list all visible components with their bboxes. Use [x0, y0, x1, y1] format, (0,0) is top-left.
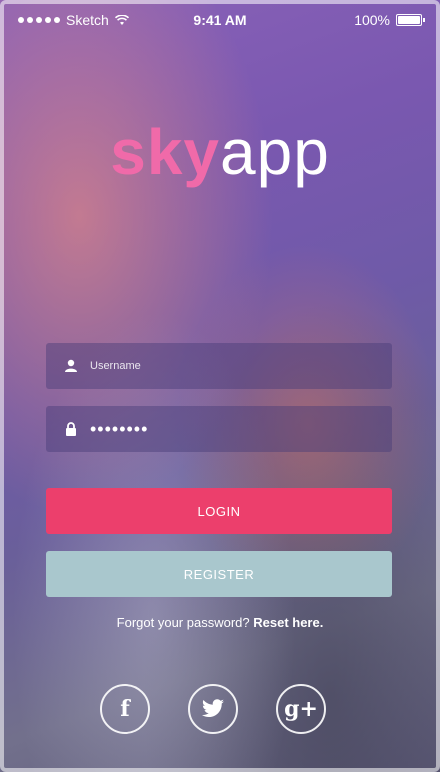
password-field[interactable]: ••••••••	[46, 406, 392, 452]
register-button[interactable]: REGISTER	[46, 551, 392, 597]
twitter-icon	[202, 699, 224, 717]
app-logo: skyapp	[0, 112, 440, 192]
facebook-button[interactable]: f	[100, 684, 150, 734]
status-bar: Sketch 9:41 AM 100%	[0, 0, 440, 40]
social-login-row: f g+	[100, 684, 326, 734]
logo-sky: sky	[110, 116, 220, 188]
username-placeholder: Username	[90, 360, 141, 372]
login-button[interactable]: LOGIN	[46, 488, 392, 534]
facebook-icon: f	[120, 696, 130, 722]
battery-status: 100%	[354, 12, 425, 28]
google-plus-button[interactable]: g+	[276, 684, 326, 734]
logo-app: app	[220, 116, 330, 188]
lock-icon	[62, 420, 80, 438]
username-field[interactable]: Username	[46, 343, 392, 389]
battery-icon	[396, 14, 425, 26]
twitter-button[interactable]	[188, 684, 238, 734]
login-screen: Sketch 9:41 AM 100% skyapp Username ••••…	[0, 0, 440, 772]
forgot-password: Forgot your password? Reset here.	[0, 615, 440, 630]
forgot-password-text: Forgot your password?	[116, 615, 250, 630]
battery-percent: 100%	[354, 12, 390, 28]
reset-password-link[interactable]: Reset here.	[253, 615, 323, 630]
password-value: ••••••••	[90, 419, 149, 439]
google-plus-icon: g+	[284, 696, 318, 722]
user-icon	[62, 357, 80, 375]
